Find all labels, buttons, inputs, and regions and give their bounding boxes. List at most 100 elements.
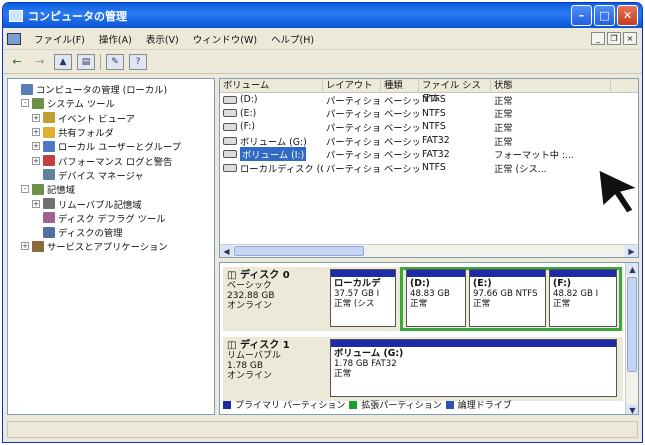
tree-item-label: ディスクの管理 <box>58 228 123 240</box>
tree-item-label: 記憶域 <box>47 185 75 197</box>
back-arrow-icon[interactable]: ← <box>8 54 26 70</box>
tree-item[interactable]: - 記憶域 <box>10 182 212 196</box>
up-folder-icon[interactable]: ▲ <box>54 53 72 70</box>
tree-item-label: リムーバブル記憶域 <box>58 199 142 211</box>
volume-row[interactable]: ローカルディスク (C:)パーティションベーシックNTFS 正常 (シス... <box>220 161 638 175</box>
mdi-close-button[interactable]: × <box>623 32 637 45</box>
partition-c[interactable]: ローカルデ 37.57 GB I 正常 (シス <box>330 269 396 327</box>
disk-0-info[interactable]: ◫ ディスク 0 ベーシック 232.88 GB オンライン <box>227 271 327 312</box>
volume-fs-cell: NTFS <box>422 162 446 174</box>
tree-item-label: コンピュータの管理 (ローカル) <box>36 85 168 97</box>
horizontal-scrollbar[interactable]: ◀ ▶ <box>220 244 638 257</box>
tree-item[interactable]: + サービスとアプリケーション <box>10 239 212 253</box>
tree-node-icon <box>43 126 55 138</box>
show-hide-tree-icon[interactable]: ▤ <box>77 53 95 70</box>
tree-node-icon <box>43 155 55 167</box>
menu-window[interactable]: ウィンドウ(W) <box>186 32 264 46</box>
menu-file[interactable]: ファイル(F) <box>27 32 92 46</box>
volume-status-cell: 正常 <box>494 136 513 148</box>
mdi-restore-button[interactable]: ❐ <box>607 32 621 45</box>
forward-arrow-icon[interactable]: → <box>31 54 49 70</box>
volume-type-cell: ベーシック <box>384 150 419 162</box>
volume-layout-cell: パーティション <box>326 109 381 121</box>
tree-item[interactable]: + リムーバブル記憶域 <box>10 196 212 211</box>
partition-g-size: 1.78 GB FAT32 <box>334 359 397 369</box>
close-button[interactable]: ✕ <box>617 5 638 26</box>
tree-item[interactable]: + パフォーマンス ログと警告 <box>10 153 212 168</box>
toolbar-separator <box>100 53 101 70</box>
title-bar[interactable]: コンピュータの管理 – □ ✕ <box>3 3 642 28</box>
volume-row[interactable]: ボリューム (G:) パーティションベーシックFAT32 正常 <box>220 134 638 148</box>
tree-item[interactable]: ディスクの管理 <box>10 225 212 239</box>
window-title: コンピュータの管理 <box>28 9 127 23</box>
tree-item[interactable]: + イベント ビューア <box>10 111 212 125</box>
tree-item-label: 共有フォルダ <box>58 128 114 140</box>
column-layout[interactable]: レイアウト <box>323 79 381 92</box>
vertical-scroll-thumb[interactable] <box>627 277 637 372</box>
scroll-down-icon[interactable]: ▼ <box>626 404 638 414</box>
maximize-button[interactable]: □ <box>594 5 615 26</box>
volume-name-cell: (F:) <box>220 121 323 132</box>
expand-icon[interactable]: + <box>21 242 29 251</box>
partition-g[interactable]: ボリューム (G:) 1.78 GB FAT32 正常 <box>330 339 617 397</box>
mdi-minimize-button[interactable]: _ <box>591 32 605 45</box>
column-volume[interactable]: ボリューム <box>220 79 323 92</box>
expand-icon[interactable]: + <box>32 156 40 165</box>
disk-0-type: ベーシック <box>227 281 272 291</box>
volume-type-cell: ベーシック <box>384 163 419 175</box>
menu-action[interactable]: 操作(A) <box>92 32 139 46</box>
tree-item[interactable]: コンピュータの管理 (ローカル) <box>10 82 212 96</box>
column-filesystem[interactable]: ファイル システム <box>419 79 491 104</box>
volume-icon <box>223 163 237 172</box>
tree-item[interactable]: + 共有フォルダ <box>10 125 212 139</box>
tree-node-icon <box>43 226 55 238</box>
menu-help[interactable]: ヘルプ(H) <box>264 32 321 46</box>
partition-f[interactable]: (F:) 48.82 GB I 正常 <box>549 269 617 327</box>
tree-item-label: ディスク デフラグ ツール <box>58 213 166 225</box>
volume-row[interactable]: (E:) パーティションベーシックNTFS 正常 <box>220 107 638 121</box>
disk-1-name: ディスク 1 <box>239 340 290 351</box>
tree-item[interactable]: デバイス マネージャ <box>10 168 212 182</box>
volume-name: ボリューム (I:) <box>240 147 307 162</box>
expand-icon[interactable]: + <box>32 142 40 151</box>
disk-1-info[interactable]: ◫ ディスク 1 リムーバブル 1.78 GB オンライン <box>227 340 327 382</box>
column-type[interactable]: 種類 <box>381 79 419 92</box>
tree-node-icon <box>21 83 33 95</box>
volume-fs-cell: NTFS <box>422 107 446 119</box>
collapse-icon[interactable]: - <box>21 185 29 194</box>
vertical-scrollbar[interactable]: ▲ ▼ <box>625 263 638 414</box>
expand-icon[interactable]: + <box>32 128 40 137</box>
menu-bar: ファイル(F) 操作(A) 表示(V) ウィンドウ(W) ヘルプ(H) _ ❐ … <box>3 28 642 50</box>
volume-status-cell: フォーマット中 :... <box>494 150 575 162</box>
expand-icon[interactable]: + <box>32 199 40 208</box>
disk-0-state: オンライン <box>227 301 273 311</box>
collapse-icon[interactable]: - <box>21 99 29 108</box>
tree-item[interactable]: - システム ツール <box>10 96 212 110</box>
partition-d[interactable]: (D:) 48.83 GB 正常 <box>406 269 466 327</box>
console-tree: コンピュータの管理 (ローカル) - システム ツール + イベント ビューア + 共有フォ… <box>7 78 215 415</box>
volume-row[interactable]: (D:) パーティションベーシックNTFS 正常 <box>220 93 638 107</box>
volume-icon <box>223 95 237 104</box>
logical-drive-swatch <box>445 400 454 409</box>
properties-icon[interactable]: ✎ <box>106 53 124 70</box>
volume-row[interactable]: ボリューム (I:) パーティションベーシックFAT32 フォーマット中 :... <box>220 147 638 162</box>
minimize-button[interactable]: – <box>571 5 592 26</box>
expand-icon[interactable]: + <box>32 113 40 122</box>
horizontal-scroll-thumb[interactable] <box>234 246 364 256</box>
scroll-left-icon[interactable]: ◀ <box>220 245 233 257</box>
volume-name: ボリューム (G:) <box>240 136 307 148</box>
menu-view[interactable]: 表示(V) <box>139 32 186 46</box>
partition-e[interactable]: (E:) 97.66 GB NTFS 正常 <box>469 269 546 327</box>
column-status[interactable]: 状態 <box>491 79 611 92</box>
tree-item-label: サービスとアプリケーション <box>47 242 168 254</box>
help-icon[interactable]: ? <box>129 53 147 70</box>
tree-node-icon <box>43 112 55 124</box>
volume-status-cell: 正常 (シス... <box>494 163 547 175</box>
scroll-right-icon[interactable]: ▶ <box>625 245 638 257</box>
volume-row[interactable]: (F:) パーティションベーシックNTFS 正常 <box>220 120 638 134</box>
partition-c-status: 正常 (シス <box>334 299 375 309</box>
scroll-up-icon[interactable]: ▲ <box>626 263 638 275</box>
tree-item[interactable]: + ローカル ユーザーとグループ <box>10 139 212 153</box>
tree-item-label: システム ツール <box>47 99 115 111</box>
tree-item[interactable]: ディスク デフラグ ツール <box>10 211 212 225</box>
